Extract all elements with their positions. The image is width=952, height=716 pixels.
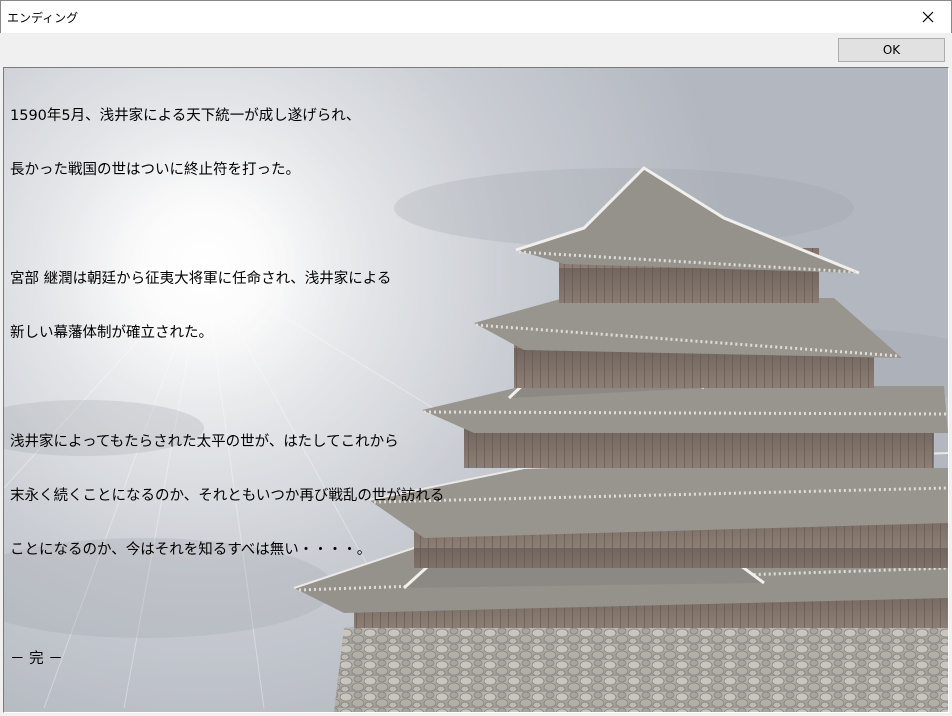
story-line: ことになるのか、今はそれを知るすべは無い・・・・。 (10, 542, 372, 558)
story-line: 1590年5月、浅井家による天下統一が成し遂げられ、 (10, 108, 361, 124)
story-line: 末永く続くことになるのか、それともいつか再び戦乱の世が訪れる (10, 488, 445, 504)
toolbar: OK (0, 33, 952, 67)
ending-scene: 1590年5月、浅井家による天下統一が成し遂げられ、 長かった戦国の世はついに終… (3, 67, 949, 713)
ending-text: 1590年5月、浅井家による天下統一が成し遂げられ、 長かった戦国の世はついに終… (10, 71, 444, 704)
story-line: 浅井家によってもたらされた太平の世が、はたしてこれから (10, 434, 399, 450)
close-icon (922, 11, 934, 23)
window-titlebar: エンディング (0, 0, 952, 33)
ok-button[interactable]: OK (838, 38, 945, 62)
ending-mark: － 完 － (10, 651, 63, 667)
close-button[interactable] (905, 1, 951, 33)
story-line: 長かった戦国の世はついに終止符を打った。 (10, 162, 300, 178)
story-line: 新しい幕藩体制が確立された。 (10, 325, 213, 341)
window-title: エンディング (7, 11, 79, 25)
story-line: 宮部 継潤は朝廷から征夷大将軍に任命され、浅井家による (10, 271, 392, 287)
